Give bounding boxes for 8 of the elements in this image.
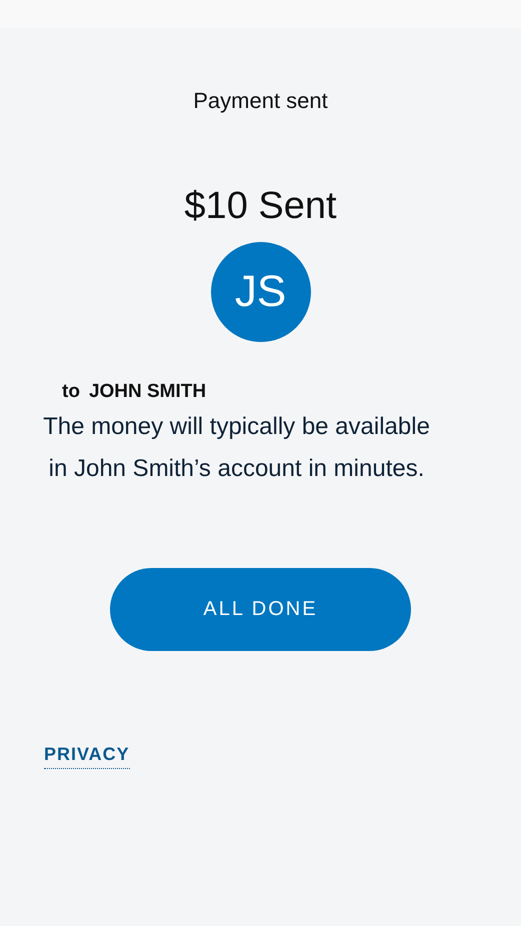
availability-message: The money will typically be available in John Smith’s account in minutes. (42, 412, 431, 484)
avatar-initials: JS (210, 242, 310, 342)
all-done-button[interactable]: ALL DONE (110, 568, 411, 651)
privacy-link[interactable]: PRIVACY (44, 744, 130, 769)
amount-sent: $10 Sent (184, 184, 337, 228)
page-title: Payment sent (193, 88, 328, 114)
recipient-name: JOHN SMITH (88, 380, 206, 404)
to-label: to (62, 380, 80, 404)
